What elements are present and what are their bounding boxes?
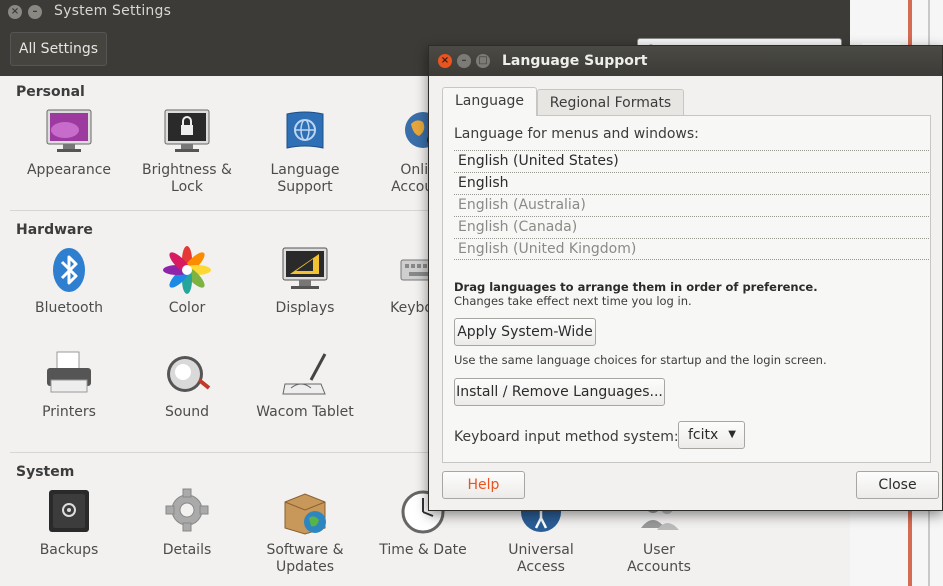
language-list: English (United States) English English … xyxy=(454,150,929,260)
settings-titlebar: × – System Settings xyxy=(0,0,850,24)
dialog-titlebar: × – □ Language Support xyxy=(429,46,942,76)
section-title-hardware: Hardware xyxy=(16,222,93,238)
close-dialog-icon[interactable]: × xyxy=(438,54,452,68)
safe-icon xyxy=(45,488,93,536)
language-list-item[interactable]: English xyxy=(454,172,929,194)
keyboard-input-method-label: Keyboard input method system: xyxy=(454,429,679,445)
tile-label: Appearance xyxy=(26,162,112,178)
tile-label: Time & Date xyxy=(379,542,467,558)
tile-label: Sound xyxy=(164,404,210,420)
color-wheel-icon xyxy=(163,246,211,294)
tile-label: Universal Access xyxy=(508,542,574,575)
dialog-title: Language Support xyxy=(502,53,648,69)
language-tab-panel: Language for menus and windows: English … xyxy=(442,115,931,463)
tile-wacom-tablet[interactable]: Wacom Tablet xyxy=(246,350,364,421)
tile-label: Software & Updates xyxy=(266,542,344,575)
menus-language-label: Language for menus and windows: xyxy=(454,126,699,142)
section-title-system: System xyxy=(16,464,75,480)
close-window-icon[interactable]: × xyxy=(8,5,22,19)
close-button[interactable]: Close xyxy=(856,471,939,499)
tile-sound[interactable]: Sound xyxy=(128,350,246,421)
tile-label: Backups xyxy=(39,542,99,558)
tab-language[interactable]: Language xyxy=(442,87,537,116)
tile-label: Bluetooth xyxy=(35,300,103,316)
printer-icon xyxy=(45,350,93,398)
tile-label: Wacom Tablet xyxy=(256,404,354,420)
wacom-tablet-icon xyxy=(281,350,329,398)
tile-label: User Accounts xyxy=(627,542,691,575)
language-support-dialog: × – □ Language Support Language Regional… xyxy=(428,45,943,511)
tile-backups[interactable]: Backups xyxy=(10,488,128,559)
tile-color[interactable]: Color xyxy=(128,246,246,317)
tile-label: Displays xyxy=(275,300,335,316)
software-package-icon xyxy=(281,488,329,536)
tile-appearance[interactable]: Appearance xyxy=(10,108,128,179)
tile-label: Brightness & Lock xyxy=(142,162,232,195)
tile-printers[interactable]: Printers xyxy=(10,350,128,421)
all-settings-button[interactable]: All Settings xyxy=(10,32,107,66)
minimize-window-icon[interactable]: – xyxy=(28,5,42,19)
maximize-dialog-icon[interactable]: □ xyxy=(476,54,490,68)
help-button[interactable]: Help xyxy=(442,471,525,499)
language-list-item[interactable]: English (Canada) xyxy=(454,216,929,238)
bluetooth-icon xyxy=(45,246,93,294)
language-list-item[interactable]: English (United States) xyxy=(454,150,929,172)
tab-regional-formats[interactable]: Regional Formats xyxy=(537,89,684,116)
tile-label: Printers xyxy=(42,404,96,420)
settings-window-title: System Settings xyxy=(54,3,172,19)
tile-label: Language Support xyxy=(270,162,340,195)
keyboard-input-method-select[interactable]: fcitx ▼ xyxy=(678,421,745,449)
gear-icon xyxy=(163,488,211,536)
section-title-personal: Personal xyxy=(16,84,85,100)
tile-language-support[interactable]: Language Support xyxy=(246,108,364,196)
drag-hint-text: Drag languages to arrange them in order … xyxy=(454,280,818,294)
changes-hint-text: Changes take effect next time you log in… xyxy=(454,294,692,308)
language-list-item[interactable]: English (United Kingdom) xyxy=(454,238,929,260)
tile-brightness-lock[interactable]: Brightness & Lock xyxy=(128,108,246,196)
minimize-dialog-icon[interactable]: – xyxy=(457,54,471,68)
speaker-icon xyxy=(163,350,211,398)
brightness-lock-icon xyxy=(163,108,211,156)
language-flag-icon xyxy=(281,108,329,156)
tile-software-updates[interactable]: Software & Updates xyxy=(246,488,364,576)
keyboard-input-method-value: fcitx xyxy=(688,427,719,443)
same-language-hint-text: Use the same language choices for startu… xyxy=(454,353,827,367)
tile-label: Color xyxy=(168,300,206,316)
tile-label: Details xyxy=(162,542,212,558)
language-list-item[interactable]: English (Australia) xyxy=(454,194,929,216)
tile-details[interactable]: Details xyxy=(128,488,246,559)
display-monitor-icon xyxy=(281,246,329,294)
tile-displays[interactable]: Displays xyxy=(246,246,364,317)
apply-system-wide-button[interactable]: Apply System-Wide xyxy=(454,318,596,346)
appearance-icon xyxy=(45,108,93,156)
install-remove-languages-button[interactable]: Install / Remove Languages... xyxy=(454,378,665,406)
tile-bluetooth[interactable]: Bluetooth xyxy=(10,246,128,317)
dropdown-arrow-icon: ▼ xyxy=(728,429,736,440)
